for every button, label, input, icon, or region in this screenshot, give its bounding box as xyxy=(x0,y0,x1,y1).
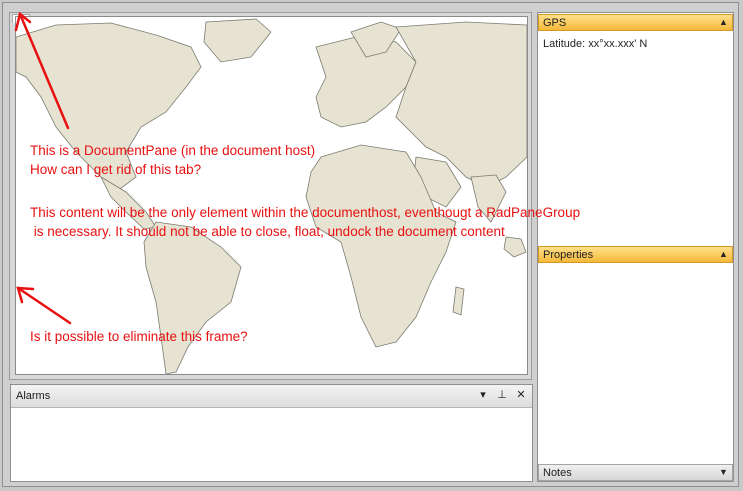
properties-pane-header[interactable]: Properties ▲ xyxy=(538,246,733,263)
alarms-header: Alarms ▾ ⊥ ✕ xyxy=(11,385,532,408)
gps-latitude: Latitude: xx°xx.xxx' N xyxy=(543,38,648,50)
chevron-up-icon[interactable]: ▲ xyxy=(718,249,729,260)
world-map-graphic xyxy=(16,18,527,374)
greenland-shape xyxy=(203,18,272,63)
pin-icon[interactable]: ⊥ xyxy=(495,388,509,403)
content-annotation: This content will be the only element wi… xyxy=(30,205,581,239)
right-pane-group: GPS ▲ Latitude: xx°xx.xxx' N Properties … xyxy=(537,12,734,482)
gps-pane-title: GPS xyxy=(543,17,567,29)
alarms-title: Alarms xyxy=(16,390,51,402)
chevron-down-icon[interactable]: ▼ xyxy=(718,467,729,478)
notes-pane-header[interactable]: Notes ▼ xyxy=(538,464,733,481)
chevron-up-icon[interactable]: ▲ xyxy=(718,17,729,28)
gps-pane-header[interactable]: GPS ▲ xyxy=(538,14,733,31)
south-america-shape xyxy=(143,221,242,374)
properties-pane-title: Properties xyxy=(543,249,594,261)
menu-dropdown-icon[interactable]: ▾ xyxy=(476,388,490,403)
world-map[interactable] xyxy=(15,16,528,375)
frame-annotation: Is it possible to eliminate this frame? xyxy=(30,329,248,344)
doc-pane-annotation: This is a DocumentPane (in the document … xyxy=(30,143,316,177)
notes-pane-title: Notes xyxy=(543,467,572,479)
close-icon[interactable]: ✕ xyxy=(514,388,528,403)
alarms-pane: Alarms ▾ ⊥ ✕ xyxy=(10,384,533,482)
madagascar-shape xyxy=(452,286,465,316)
